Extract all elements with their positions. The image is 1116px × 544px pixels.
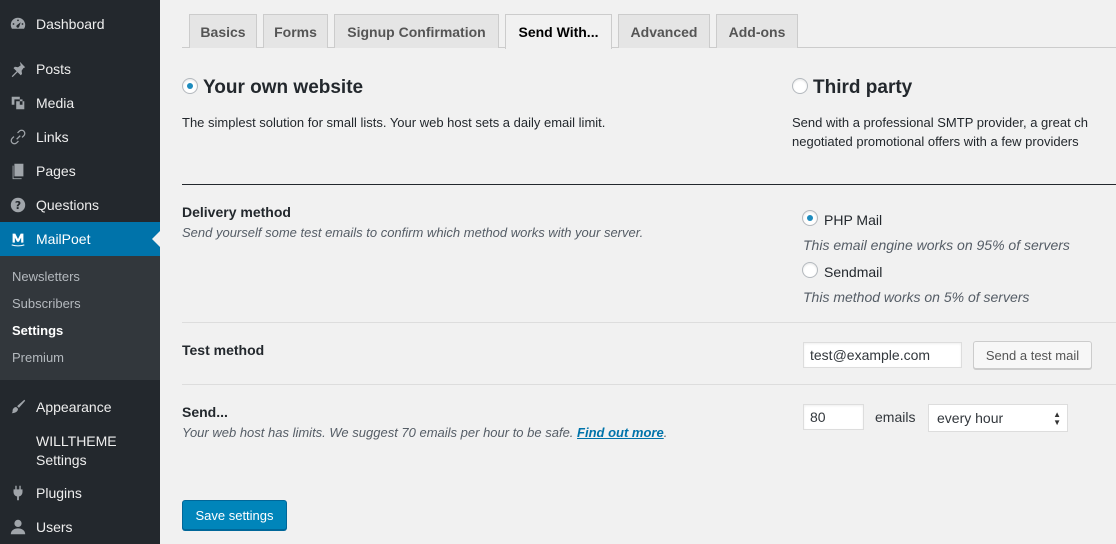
tab-basics[interactable]: Basics [189,14,257,48]
sendmail-label: Sendmail [824,264,883,280]
menu-plugins-label: Plugins [36,485,82,501]
menu-appearance-label: Appearance [36,399,112,415]
svg-text:?: ? [15,199,21,212]
mailpoet-submenu: Newsletters Subscribers Settings Premium [0,256,160,380]
submenu-settings[interactable]: Settings [12,323,63,338]
send-frequency-value: every hour [937,410,1004,426]
send-test-mail-button[interactable]: Send a test mail [973,341,1092,369]
pin-icon [0,52,36,86]
mailpoet-icon [0,222,36,256]
own-website-radio[interactable] [182,78,198,94]
row-divider [182,384,1116,385]
tab-add-ons[interactable]: Add-ons [716,14,798,48]
menu-dashboard[interactable]: Dashboard [0,7,160,41]
test-method-label: Test method [182,342,265,358]
menu-questions-label: Questions [36,197,100,213]
menu-media[interactable]: Media [0,86,160,120]
menu-questions[interactable]: ? Questions [0,188,160,222]
menu-media-label: Media [36,95,75,111]
link-icon [0,120,36,154]
sendmail-radio[interactable] [802,262,818,278]
menu-pages-label: Pages [36,163,76,179]
php-mail-note: This email engine works on 95% of server… [803,237,1070,253]
menu-users-label: Users [36,519,73,535]
submenu-subscribers[interactable]: Subscribers [12,296,81,311]
admin-sidebar: Dashboard Posts Media Links Pages ? Ques… [0,0,160,544]
menu-appearance[interactable]: Appearance [0,390,160,424]
help-icon: ? [0,188,36,222]
menu-pages[interactable]: Pages [0,154,160,188]
own-website-title: Your own website [203,77,364,98]
select-arrows-icon: ▲ ▼ [1053,410,1061,427]
menu-links[interactable]: Links [0,120,160,154]
menu-posts[interactable]: Posts [0,52,160,86]
menu-posts-label: Posts [36,61,72,77]
tab-advanced[interactable]: Advanced [618,14,710,48]
menu-willtheme-label: WILLTHEME Settings [36,433,117,468]
row-divider [182,322,1116,323]
menu-willtheme-settings[interactable]: WILLTHEME Settings [0,429,160,473]
menu-plugins[interactable]: Plugins [0,476,160,510]
submenu-newsletters[interactable]: Newsletters [12,269,80,284]
send-amount-input[interactable] [803,404,864,430]
menu-mailpoet-label: MailPoet [36,231,91,247]
menu-mailpoet[interactable]: MailPoet [0,222,160,256]
section-divider [182,184,1116,185]
delivery-method-help: Send yourself some test emails to confir… [182,225,644,240]
menu-users[interactable]: Users [0,510,160,544]
test-email-input[interactable] [803,342,962,368]
third-party-radio[interactable] [792,78,808,94]
tab-send-with[interactable]: Send With... [505,14,612,49]
delivery-method-label: Delivery method [182,204,291,220]
php-mail-radio[interactable] [802,210,818,226]
dashboard-icon [0,7,36,41]
send-limit-label: Send... [182,404,228,420]
media-icon [0,86,36,120]
tab-signup-confirmation[interactable]: Signup Confirmation [334,14,499,48]
own-website-description: The simplest solution for small lists. Y… [182,115,606,130]
menu-dashboard-label: Dashboard [36,16,105,32]
pages-icon [0,154,36,188]
user-icon [0,510,36,544]
php-mail-label: PHP Mail [824,212,883,228]
third-party-title: Third party [813,77,913,98]
menu-links-label: Links [36,129,69,145]
send-unit-label: emails [875,409,916,425]
tab-forms[interactable]: Forms [263,14,328,48]
brush-icon [0,390,36,424]
third-party-description-line1: Send with a professional SMTP provider, … [792,115,1089,130]
third-party-description-line2: negotiated promotional offers with a few… [792,134,1079,149]
sendmail-note: This method works on 5% of servers [803,289,1030,305]
send-frequency-select[interactable]: every hour ▲ ▼ [928,404,1068,432]
send-limit-help: Your web host has limits. We suggest 70 … [182,425,668,440]
find-out-more-link[interactable]: Find out more [577,425,664,440]
plugin-icon [0,476,36,510]
submenu-premium[interactable]: Premium [12,350,64,365]
save-settings-button[interactable]: Save settings [182,500,287,530]
